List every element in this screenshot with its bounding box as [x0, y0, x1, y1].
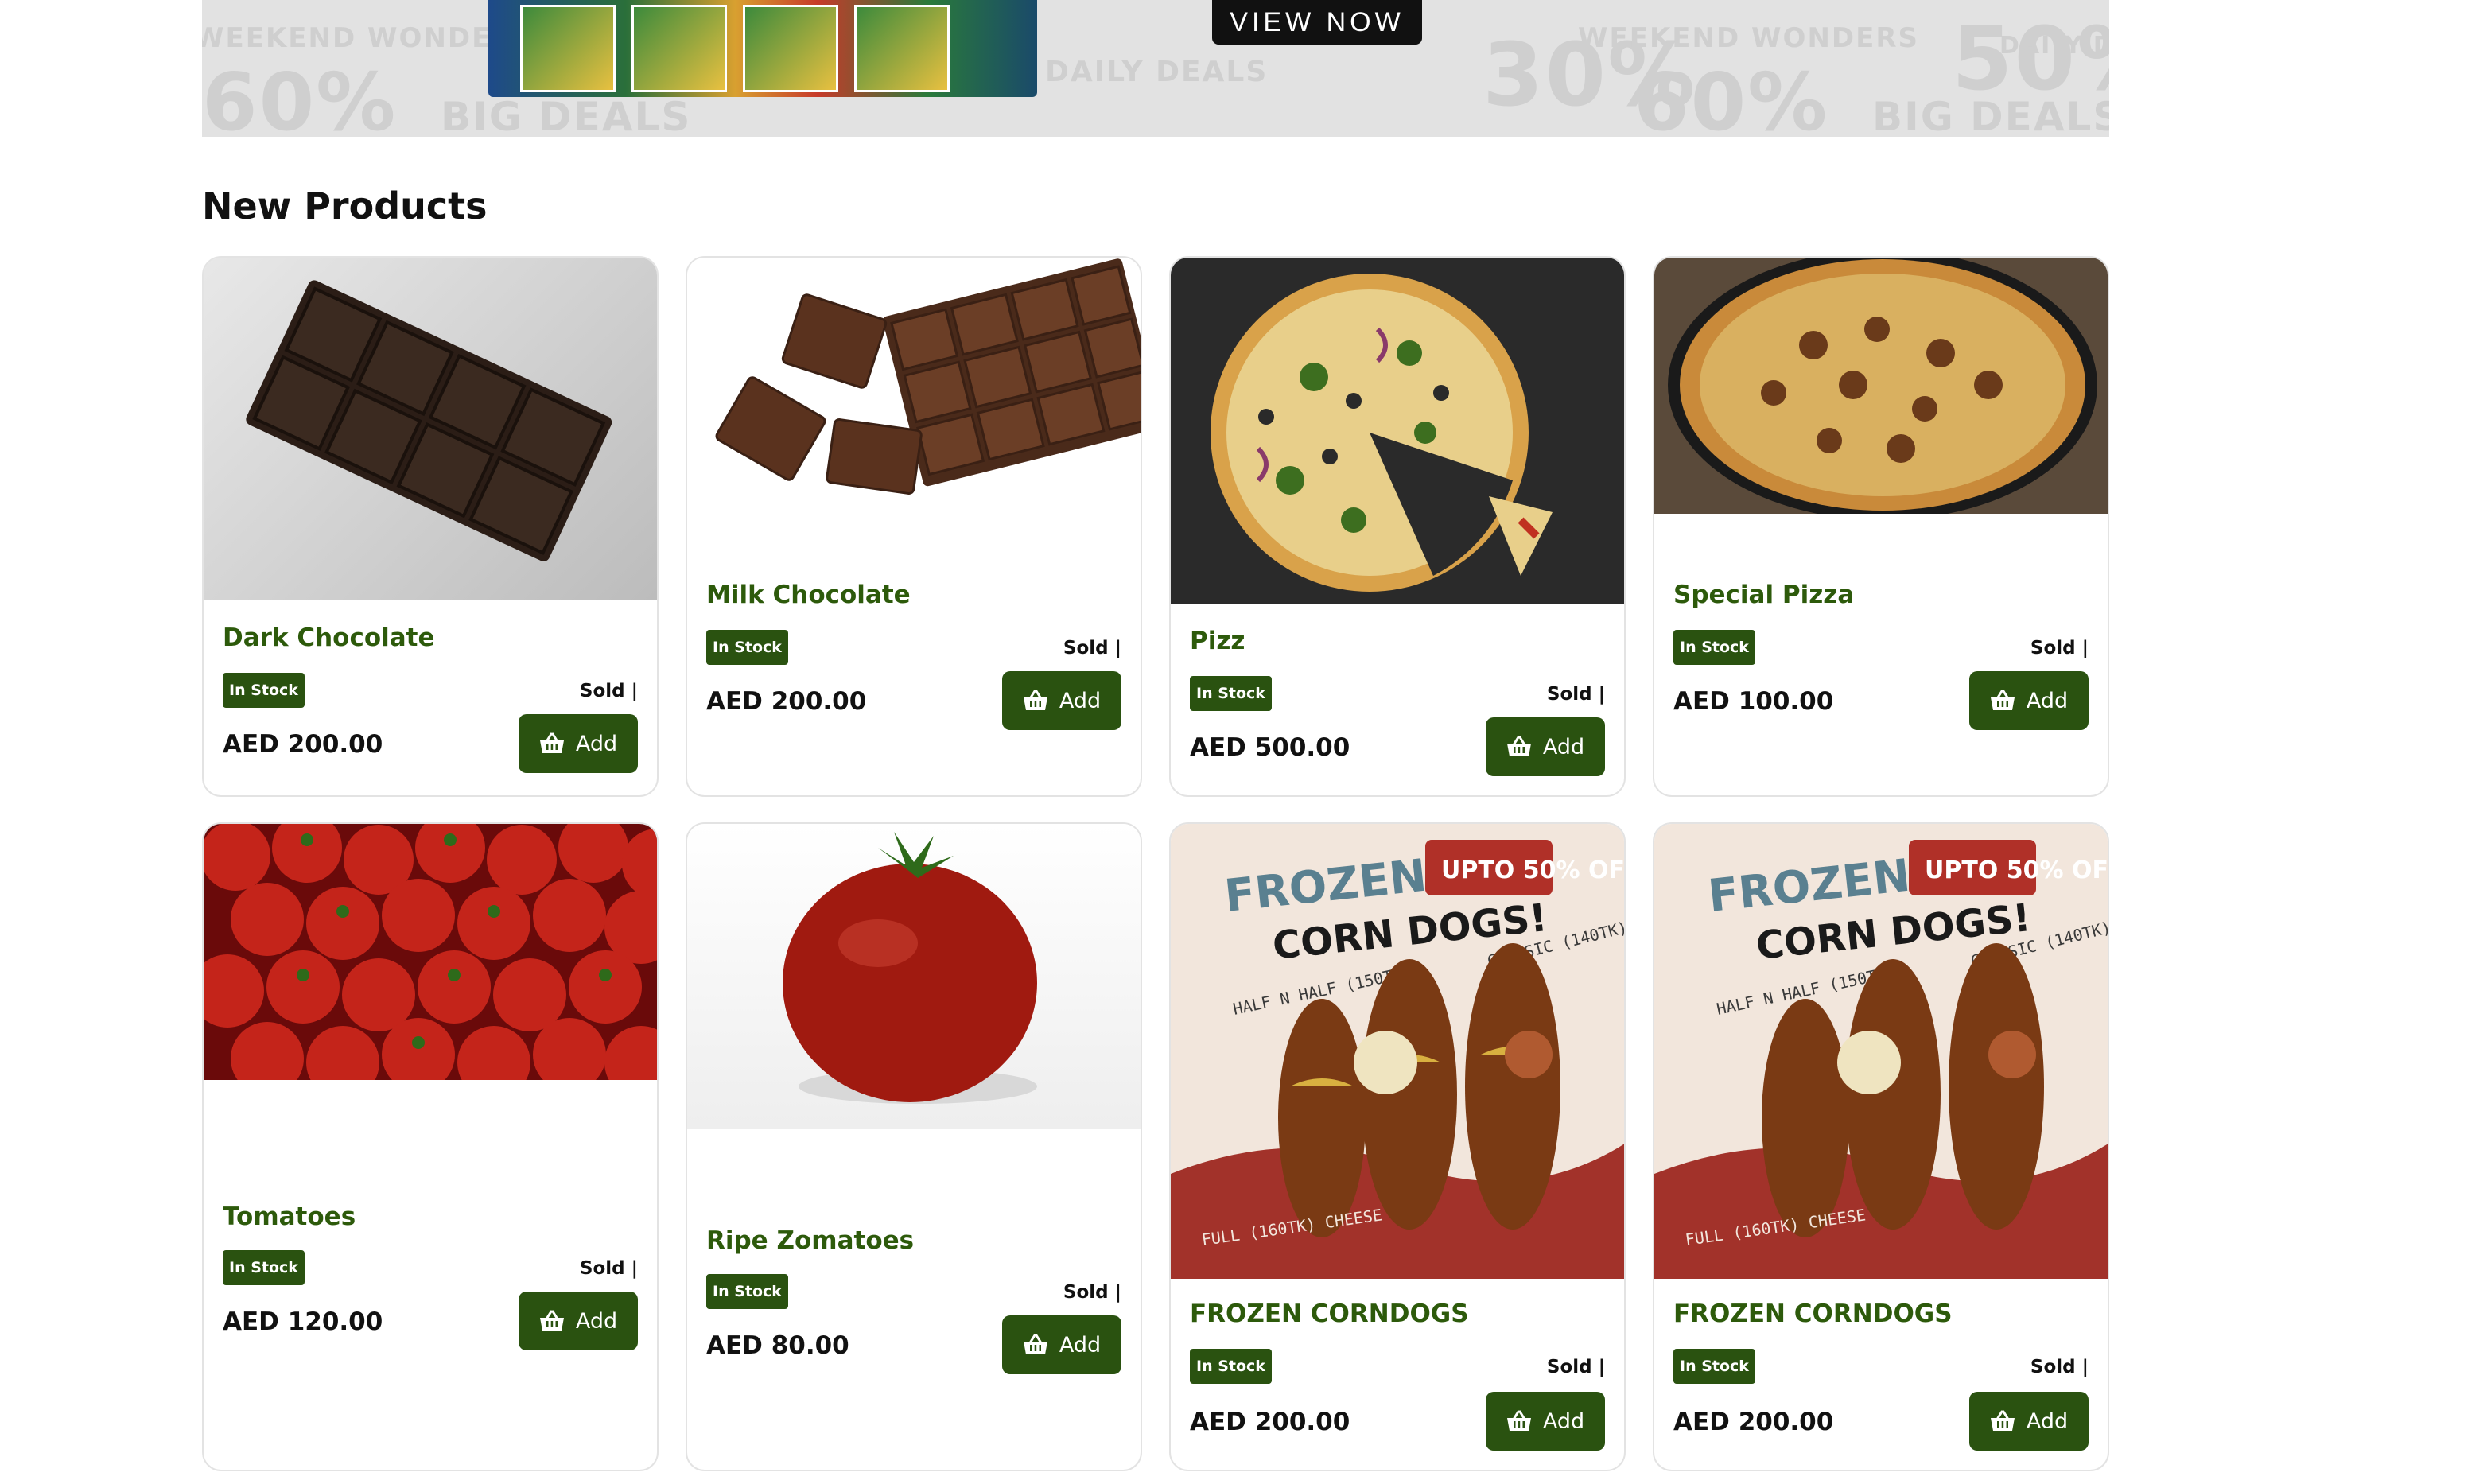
- basket-icon: [1990, 1410, 2015, 1432]
- sold-count: Sold |: [2030, 638, 2089, 658]
- section-title: New Products: [202, 185, 488, 227]
- sold-count: Sold |: [1063, 1282, 1121, 1303]
- add-label: Add: [2026, 688, 2069, 713]
- product-name[interactable]: Tomatoes: [223, 1202, 356, 1231]
- product-name[interactable]: Milk Chocolate: [706, 581, 911, 609]
- promo-tag: UPTO 50% OFF: [1441, 857, 1624, 884]
- product-name[interactable]: Ripe Zomatoes: [706, 1226, 914, 1255]
- promo-tag: UPTO 50% OFF: [1925, 857, 2108, 884]
- basket-icon: [1990, 690, 2015, 712]
- promo-banner[interactable]: WEEKEND WONDERS 60% BIG DEALS DAILY DEAL…: [202, 0, 2109, 137]
- banner-watermark-10: DAILY DEALS: [1999, 32, 2109, 60]
- basket-icon: [1506, 736, 1532, 758]
- product-name[interactable]: Special Pizza: [1673, 581, 1854, 609]
- product-card-pizz[interactable]: Pizz In Stock Sold | AED 500.00 Add: [1169, 256, 1626, 797]
- stock-badge: In Stock: [1190, 676, 1272, 711]
- add-to-cart-button[interactable]: Add: [519, 714, 638, 773]
- product-price: AED 200.00: [1673, 1408, 1834, 1436]
- sold-count: Sold |: [1063, 638, 1121, 658]
- stock-badge: In Stock: [706, 630, 788, 665]
- basket-icon: [1023, 690, 1048, 712]
- banner-watermark-1: WEEKEND WONDERS: [202, 22, 536, 54]
- product-image[interactable]: [1654, 258, 2108, 514]
- product-name[interactable]: FROZEN CORNDOGS: [1190, 1299, 1469, 1328]
- product-card-frozen-corndogs-2[interactable]: UPTO 50% OFF FROZEN CORN DOGS! HALF N HA…: [1653, 822, 2109, 1471]
- sold-count: Sold |: [2030, 1357, 2089, 1377]
- flyer-thumb: [520, 5, 616, 92]
- flyer-thumb: [743, 5, 838, 92]
- flyer-collage: [488, 0, 1037, 97]
- sold-count: Sold |: [579, 1258, 638, 1279]
- sold-count: Sold |: [1546, 1357, 1605, 1377]
- product-card-milk-chocolate[interactable]: Milk Chocolate In Stock Sold | AED 200.0…: [686, 256, 1142, 797]
- sold-count: Sold |: [1546, 684, 1605, 705]
- product-card-tomatoes[interactable]: Tomatoes In Stock Sold | AED 120.00 Add: [202, 822, 659, 1471]
- add-to-cart-button[interactable]: Add: [1486, 717, 1605, 776]
- product-card-special-pizza[interactable]: Special Pizza In Stock Sold | AED 100.00…: [1653, 256, 2109, 797]
- banner-watermark-6: WEEKEND WONDERS: [1578, 22, 1920, 54]
- product-price: AED 200.00: [1190, 1408, 1350, 1436]
- basket-icon: [539, 1310, 565, 1332]
- product-card-frozen-corndogs[interactable]: UPTO 50% OFF FROZEN CORN DOGS! HALF N HA…: [1169, 822, 1626, 1471]
- banner-watermark-2: 60%: [202, 56, 398, 137]
- banner-watermark-3: BIG DEALS: [441, 94, 692, 137]
- add-to-cart-button[interactable]: Add: [1969, 671, 2089, 730]
- add-label: Add: [1542, 1408, 1585, 1434]
- flyer-thumb: [631, 5, 727, 92]
- product-card-dark-chocolate[interactable]: Dark Chocolate In Stock Sold | AED 200.0…: [202, 256, 659, 797]
- product-name[interactable]: FROZEN CORNDOGS: [1673, 1299, 1953, 1328]
- product-price: AED 500.00: [1190, 733, 1350, 762]
- banner-watermark-4: DAILY DEALS: [1045, 56, 1269, 88]
- basket-icon: [539, 732, 565, 755]
- stock-badge: In Stock: [706, 1274, 788, 1309]
- product-name[interactable]: Dark Chocolate: [223, 624, 435, 652]
- stock-badge: In Stock: [223, 1250, 305, 1285]
- stock-badge: In Stock: [223, 673, 305, 708]
- add-to-cart-button[interactable]: Add: [1486, 1392, 1605, 1451]
- product-image[interactable]: [687, 258, 1141, 560]
- add-label: Add: [575, 1308, 618, 1334]
- product-price: AED 200.00: [706, 687, 867, 716]
- add-label: Add: [575, 731, 618, 756]
- add-label: Add: [2026, 1408, 2069, 1434]
- product-price: AED 200.00: [223, 730, 383, 759]
- add-to-cart-button[interactable]: Add: [1002, 671, 1121, 730]
- basket-icon: [1506, 1410, 1532, 1432]
- product-image[interactable]: [204, 824, 657, 1080]
- banner-watermark-7: 60%: [1634, 56, 1829, 137]
- stock-badge: In Stock: [1673, 630, 1755, 665]
- product-image[interactable]: [1171, 258, 1624, 604]
- flyer-thumb: [854, 5, 950, 92]
- product-price: AED 100.00: [1673, 687, 1834, 716]
- stock-badge: In Stock: [1673, 1349, 1755, 1384]
- stock-badge: In Stock: [1190, 1349, 1272, 1384]
- add-label: Add: [1542, 734, 1585, 759]
- sold-count: Sold |: [579, 681, 638, 701]
- product-image[interactable]: [687, 824, 1141, 1129]
- basket-icon: [1023, 1334, 1048, 1356]
- add-label: Add: [1059, 688, 1102, 713]
- add-to-cart-button[interactable]: Add: [1002, 1315, 1121, 1374]
- add-to-cart-button[interactable]: Add: [519, 1292, 638, 1350]
- product-card-ripe-zomatoes[interactable]: Ripe Zomatoes In Stock Sold | AED 80.00 …: [686, 822, 1142, 1471]
- product-name[interactable]: Pizz: [1190, 627, 1245, 655]
- product-price: AED 80.00: [706, 1331, 849, 1360]
- product-price: AED 120.00: [223, 1307, 383, 1336]
- product-image[interactable]: UPTO 50% OFF FROZEN CORN DOGS! HALF N HA…: [1654, 824, 2108, 1279]
- add-label: Add: [1059, 1332, 1102, 1358]
- add-to-cart-button[interactable]: Add: [1969, 1392, 2089, 1451]
- product-image[interactable]: UPTO 50% OFF FROZEN CORN DOGS! HALF N HA…: [1171, 824, 1624, 1279]
- product-image[interactable]: [204, 258, 657, 600]
- view-now-button[interactable]: VIEW NOW: [1212, 0, 1422, 45]
